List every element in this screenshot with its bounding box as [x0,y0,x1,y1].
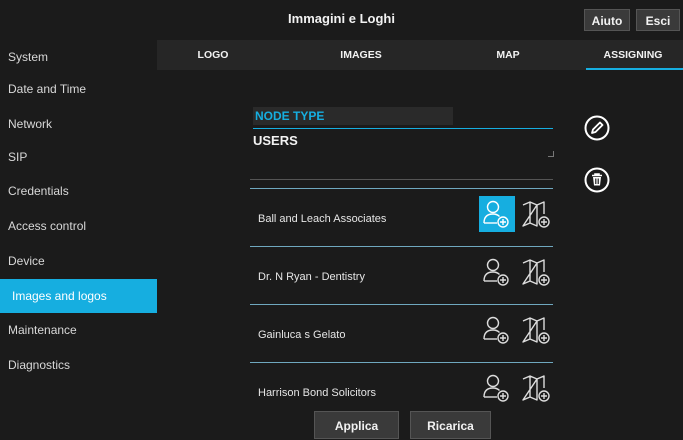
sidebar-item-diagnostics[interactable]: Diagnostics [0,348,157,382]
top-bar: Immagini e Loghi Aiuto Esci [0,0,683,40]
map-add-icon[interactable] [520,257,552,289]
map-add-icon[interactable] [520,199,552,231]
sidebar-item-device[interactable]: Device [0,244,157,278]
sidebar: System Date and Time Network SIP Credent… [0,40,157,439]
divider [250,179,553,180]
pencil-circle-icon[interactable] [583,114,611,142]
row-divider [250,246,553,247]
help-button[interactable]: Aiuto [584,9,630,31]
user-name: Gainluca s Gelato [258,329,346,341]
row-divider [250,304,553,305]
resize-handle-icon [548,151,554,157]
trash-circle-icon[interactable] [583,166,611,194]
user-add-icon[interactable] [479,254,515,290]
node-type-label: NODE TYPE [253,107,453,125]
sidebar-item-access-control[interactable]: Access control [0,209,157,243]
map-add-icon[interactable] [520,373,552,405]
sidebar-item-images-logos[interactable]: Images and logos [0,279,157,313]
tab-images-gallery[interactable]: IMAGES GALLERY [317,40,405,91]
node-type-value[interactable]: USERS [253,133,298,148]
row-divider [250,188,553,189]
sidebar-item-sip[interactable]: SIP [0,140,157,174]
node-type-underline [253,128,553,129]
row-divider [250,362,553,363]
user-add-icon[interactable] [479,196,515,232]
list-item[interactable]: Harrison Bond Solicitors [250,362,553,420]
list-item[interactable]: Ball and Leach Associates [250,188,553,246]
sidebar-item-date-time[interactable]: Date and Time [0,72,157,106]
list-item[interactable]: Dr. N Ryan - Dentistry [250,246,553,304]
sidebar-item-network[interactable]: Network [0,107,157,141]
user-name: Dr. N Ryan - Dentistry [258,271,365,283]
sidebar-item-system[interactable]: System [0,40,157,74]
sidebar-item-maintenance[interactable]: Maintenance [0,313,157,347]
list-item[interactable]: Gainluca s Gelato [250,304,553,362]
tab-assigning-images[interactable]: ASSIGNING IMAGES [586,40,683,91]
tab-map-gallery[interactable]: MAP GALLERY [473,40,543,91]
user-add-icon[interactable] [479,312,515,348]
apply-button[interactable]: Applica [314,411,399,439]
sidebar-item-credentials[interactable]: Credentials [0,174,157,208]
page-title: Immagini e Loghi [288,11,395,26]
reload-button[interactable]: Ricarica [410,411,491,439]
map-add-icon[interactable] [520,315,552,347]
user-add-icon[interactable] [479,370,515,406]
main-content: NODE TYPE USERS Ball and Leach Associate… [157,70,683,439]
user-name: Ball and Leach Associates [258,213,387,225]
tab-logo-gallery[interactable]: LOGO GALLERY [175,40,251,91]
user-name: Harrison Bond Solicitors [258,387,376,399]
exit-button[interactable]: Esci [636,9,680,31]
tab-bar: LOGO GALLERY IMAGES GALLERY MAP GALLERY … [157,40,683,91]
